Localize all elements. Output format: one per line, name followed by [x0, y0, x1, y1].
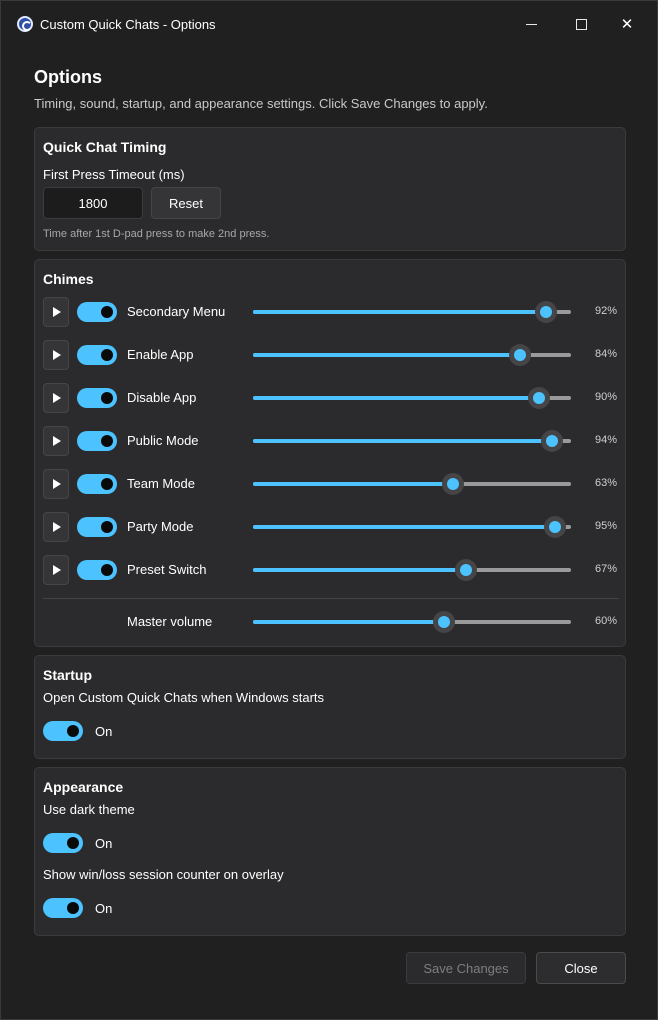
play-icon[interactable]	[43, 297, 69, 327]
chimes-card: Chimes Secondary Menu 92% Enable App 84%…	[34, 259, 626, 647]
dark-theme-toggle-row: On	[43, 833, 243, 853]
chime-volume-value: 95%	[594, 520, 617, 532]
chimes-title: Chimes	[43, 271, 94, 287]
chime-label: Preset Switch	[127, 562, 207, 577]
startup-toggle-state: On	[95, 724, 113, 739]
save-changes-button[interactable]: Save Changes	[406, 952, 526, 984]
chime-row: Disable App 90%	[35, 383, 627, 413]
slider-thumb[interactable]	[509, 344, 532, 366]
chime-row: Team Mode 63%	[35, 469, 627, 499]
options-window: Custom Quick Chats - Options ✕ Options T…	[0, 0, 658, 1020]
master-volume-row: Master volume 60%	[35, 607, 627, 637]
chime-volume-value: 92%	[594, 305, 617, 317]
chime-label: Team Mode	[127, 476, 195, 491]
chime-toggle[interactable]	[77, 431, 117, 451]
title-bar[interactable]: Custom Quick Chats - Options ✕	[1, 1, 657, 47]
maximize-button[interactable]	[567, 11, 595, 37]
appearance-card: Appearance Use dark theme On Show win/lo…	[34, 767, 626, 936]
play-icon[interactable]	[43, 512, 69, 542]
minimize-button[interactable]	[517, 11, 545, 37]
page-title: Options	[34, 67, 102, 87]
chime-row: Public Mode 94%	[35, 426, 627, 456]
session-counter-toggle-state: On	[95, 901, 113, 916]
page-subtitle: Timing, sound, startup, and appearance s…	[34, 96, 488, 111]
timeout-label: First Press Timeout (ms)	[43, 167, 185, 182]
chime-volume-value: 90%	[594, 391, 617, 403]
session-counter-toggle-row: On	[43, 898, 243, 918]
chime-volume-value: 63%	[594, 477, 617, 489]
master-volume-value: 60%	[594, 615, 617, 627]
slider-thumb[interactable]	[534, 301, 557, 323]
startup-toggle-row: On	[43, 721, 243, 741]
chime-toggle[interactable]	[77, 517, 117, 537]
chime-volume-value: 67%	[594, 563, 617, 575]
chime-volume-slider[interactable]	[253, 301, 571, 323]
chime-volume-value: 84%	[594, 348, 617, 360]
chime-row: Preset Switch 67%	[35, 555, 627, 585]
slider-thumb[interactable]	[432, 611, 455, 633]
session-counter-label: Show win/loss session counter on overlay	[43, 867, 284, 882]
startup-label: Open Custom Quick Chats when Windows sta…	[43, 690, 325, 705]
chime-toggle[interactable]	[77, 560, 117, 580]
chime-label: Disable App	[127, 390, 197, 405]
dark-theme-toggle-state: On	[95, 836, 113, 851]
startup-toggle[interactable]	[43, 721, 83, 741]
chime-volume-slider[interactable]	[253, 387, 571, 409]
chime-label: Enable App	[127, 347, 194, 362]
dark-theme-toggle[interactable]	[43, 833, 83, 853]
window-title: Custom Quick Chats - Options	[40, 17, 216, 32]
slider-thumb[interactable]	[540, 430, 563, 452]
chime-label: Public Mode	[127, 433, 199, 448]
close-window-button[interactable]: ✕	[613, 11, 641, 37]
chime-row: Party Mode 95%	[35, 512, 627, 542]
timeout-hint: Time after 1st D-pad press to make 2nd p…	[43, 228, 270, 240]
chime-label: Secondary Menu	[127, 304, 226, 319]
chime-toggle[interactable]	[77, 474, 117, 494]
app-logo-icon	[17, 16, 33, 32]
slider-thumb[interactable]	[528, 387, 551, 409]
chime-toggle[interactable]	[77, 302, 117, 322]
master-volume-label: Master volume	[127, 614, 213, 629]
play-icon[interactable]	[43, 340, 69, 370]
startup-title: Startup	[43, 667, 92, 683]
timing-title: Quick Chat Timing	[43, 139, 167, 155]
close-button[interactable]: Close	[536, 952, 626, 984]
play-icon[interactable]	[43, 555, 69, 585]
slider-thumb[interactable]	[442, 473, 465, 495]
chime-volume-slider[interactable]	[253, 559, 571, 581]
chime-volume-slider[interactable]	[253, 516, 571, 538]
chime-row: Enable App 84%	[35, 340, 627, 370]
timing-card: Quick Chat Timing First Press Timeout (m…	[34, 127, 626, 251]
chime-volume-value: 94%	[594, 434, 617, 446]
chime-volume-slider[interactable]	[253, 473, 571, 495]
dark-theme-label: Use dark theme	[43, 802, 135, 817]
session-counter-toggle[interactable]	[43, 898, 83, 918]
chime-volume-slider[interactable]	[253, 344, 571, 366]
appearance-title: Appearance	[43, 779, 124, 795]
divider	[43, 598, 619, 599]
reset-button[interactable]: Reset	[151, 187, 221, 219]
master-volume-slider[interactable]	[253, 611, 571, 633]
startup-card: Startup Open Custom Quick Chats when Win…	[34, 655, 626, 759]
play-icon[interactable]	[43, 469, 69, 499]
chime-toggle[interactable]	[77, 388, 117, 408]
chime-toggle[interactable]	[77, 345, 117, 365]
slider-thumb[interactable]	[544, 516, 567, 538]
chime-row: Secondary Menu 92%	[35, 297, 627, 327]
timeout-input[interactable]: 1800	[43, 187, 143, 219]
chime-label: Party Mode	[127, 519, 194, 534]
play-icon[interactable]	[43, 426, 69, 456]
play-icon[interactable]	[43, 383, 69, 413]
chime-volume-slider[interactable]	[253, 430, 571, 452]
slider-thumb[interactable]	[455, 559, 478, 581]
